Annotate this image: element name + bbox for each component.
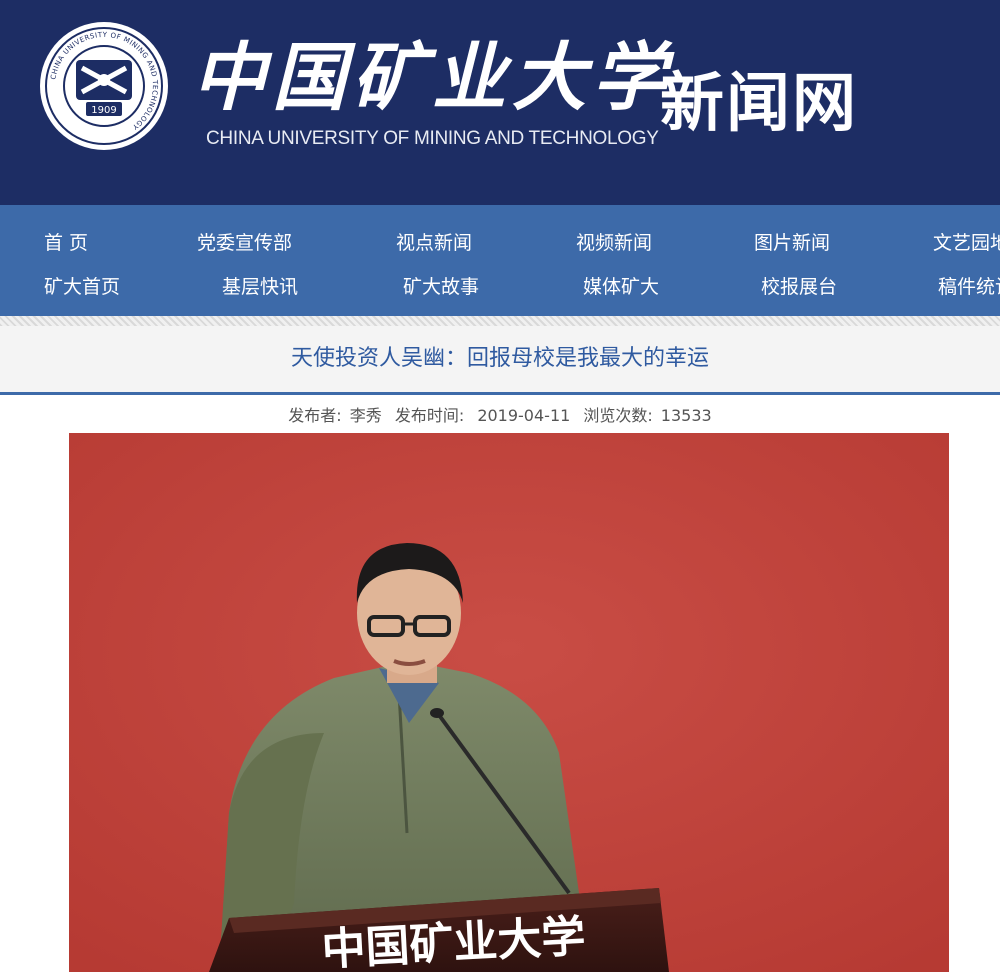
- article-title: 天使投资人吴幽：回报母校是我最大的幸运: [290, 346, 709, 371]
- nav-item-university-home[interactable]: 矿大首页: [44, 272, 120, 299]
- article-meta: 发布者: 李秀 发布时间: 2019-04-11 浏览次数: 13533: [0, 402, 1000, 426]
- time-label: 发布时间:: [394, 406, 465, 425]
- university-name-cn[interactable]: 中国矿业大学: [192, 18, 672, 125]
- university-name-en: CHINA UNIVERSITY OF MINING AND TECHNOLOG…: [206, 128, 659, 149]
- nav-item-viewpoint-news[interactable]: 视点新闻: [396, 228, 472, 255]
- nav-item-video-news[interactable]: 视频新闻: [576, 228, 652, 255]
- divider-stripe: [0, 316, 1000, 326]
- nav-item-photo-news[interactable]: 图片新闻: [754, 228, 830, 255]
- university-seal-icon[interactable]: CHINA UNIVERSITY OF MINING AND TECHNOLOG…: [38, 20, 170, 152]
- publish-date: 2019-04-11: [477, 406, 571, 425]
- nav-item-school-paper[interactable]: 校报展台: [761, 272, 837, 299]
- view-count: 13533: [660, 406, 712, 425]
- nav-item-statistics[interactable]: 稿件统计: [938, 272, 1000, 299]
- site-name[interactable]: 新闻网: [660, 52, 858, 144]
- publisher-label: 发布者:: [288, 406, 342, 425]
- seal-year: 1909: [91, 105, 116, 116]
- nav-item-publicity-dept[interactable]: 党委宣传部: [197, 228, 292, 255]
- nav-item-arts[interactable]: 文艺园地: [933, 228, 1000, 255]
- nav-item-media[interactable]: 媒体矿大: [583, 272, 659, 299]
- nav-item-grassroots-news[interactable]: 基层快讯: [222, 272, 298, 299]
- views-label: 浏览次数:: [583, 406, 653, 425]
- article-photo: 中国矿业大学: [69, 433, 949, 972]
- publisher-name: 李秀: [349, 406, 382, 425]
- main-nav: 首 页 党委宣传部 视点新闻 视频新闻 图片新闻 文艺园地 矿大首页 基层快讯 …: [0, 205, 1000, 316]
- nav-item-stories[interactable]: 矿大故事: [403, 272, 479, 299]
- nav-item-home[interactable]: 首 页: [44, 228, 88, 255]
- title-divider: [0, 392, 1000, 395]
- title-area: 天使投资人吴幽：回报母校是我最大的幸运: [0, 326, 1000, 392]
- site-header: CHINA UNIVERSITY OF MINING AND TECHNOLOG…: [0, 0, 1000, 205]
